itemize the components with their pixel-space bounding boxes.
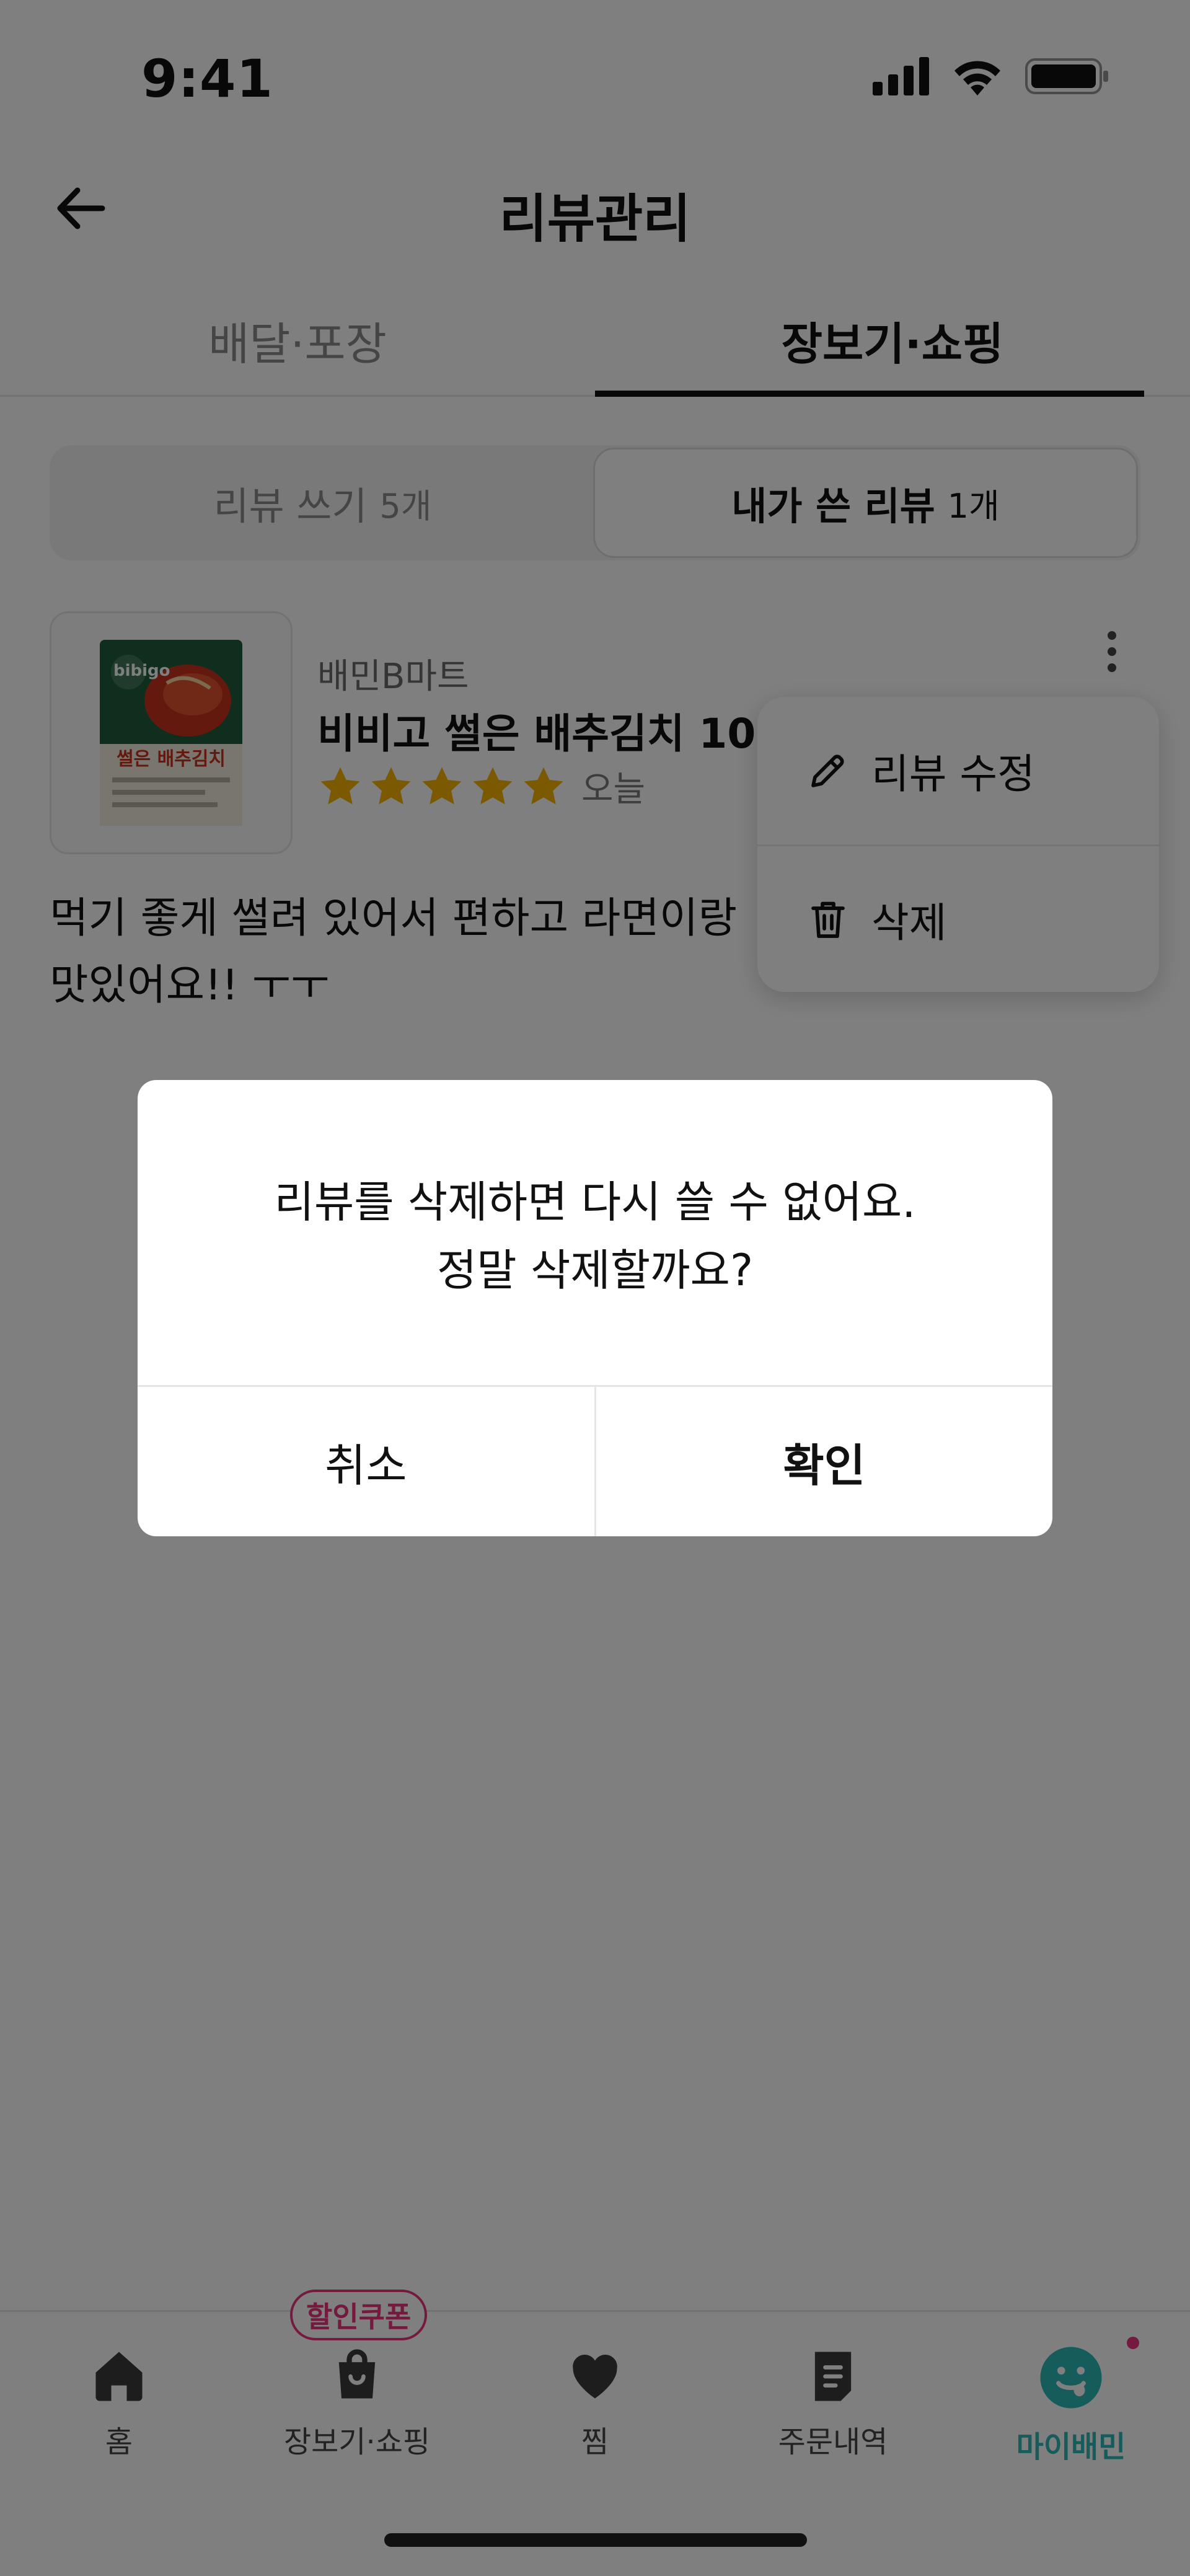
confirm-button[interactable]: 확인 [594, 1387, 1053, 1536]
cancel-button[interactable]: 취소 [138, 1387, 594, 1536]
dialog-message-line: 리뷰를 삭제하면 다시 쓸 수 없어요. [274, 1177, 916, 1228]
dialog-actions: 취소 확인 [138, 1385, 1052, 1536]
dialog-message-line: 정말 삭제할까요? [436, 1245, 754, 1296]
dialog-message: 리뷰를 삭제하면 다시 쓸 수 없어요. 정말 삭제할까요? [138, 1080, 1052, 1385]
home-indicator[interactable] [384, 2533, 807, 2547]
delete-confirm-dialog: 리뷰를 삭제하면 다시 쓸 수 없어요. 정말 삭제할까요? 취소 확인 [138, 1080, 1052, 1536]
